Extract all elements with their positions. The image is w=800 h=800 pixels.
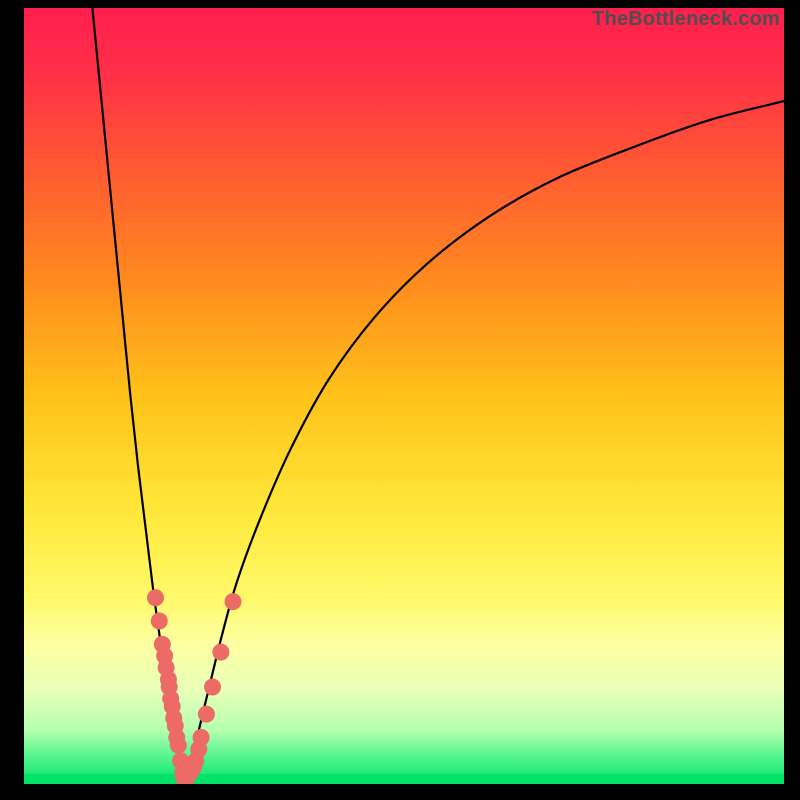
data-marker (198, 706, 215, 723)
gradient-background (24, 8, 784, 784)
green-baseline-strip (24, 774, 784, 784)
watermark-text: TheBottleneck.com (592, 8, 780, 31)
data-marker (185, 758, 202, 775)
data-marker (225, 593, 242, 610)
plot-area: TheBottleneck.com (24, 8, 784, 784)
data-marker (204, 679, 221, 696)
data-marker (165, 710, 182, 727)
data-marker (168, 729, 185, 746)
data-marker (190, 741, 207, 758)
data-marker (160, 671, 177, 688)
data-marker (151, 613, 168, 630)
chart-frame: TheBottleneck.com (0, 0, 800, 800)
chart-svg (24, 8, 784, 784)
data-marker (212, 644, 229, 661)
data-marker (147, 589, 164, 606)
data-marker (162, 690, 179, 707)
data-marker (156, 647, 173, 664)
